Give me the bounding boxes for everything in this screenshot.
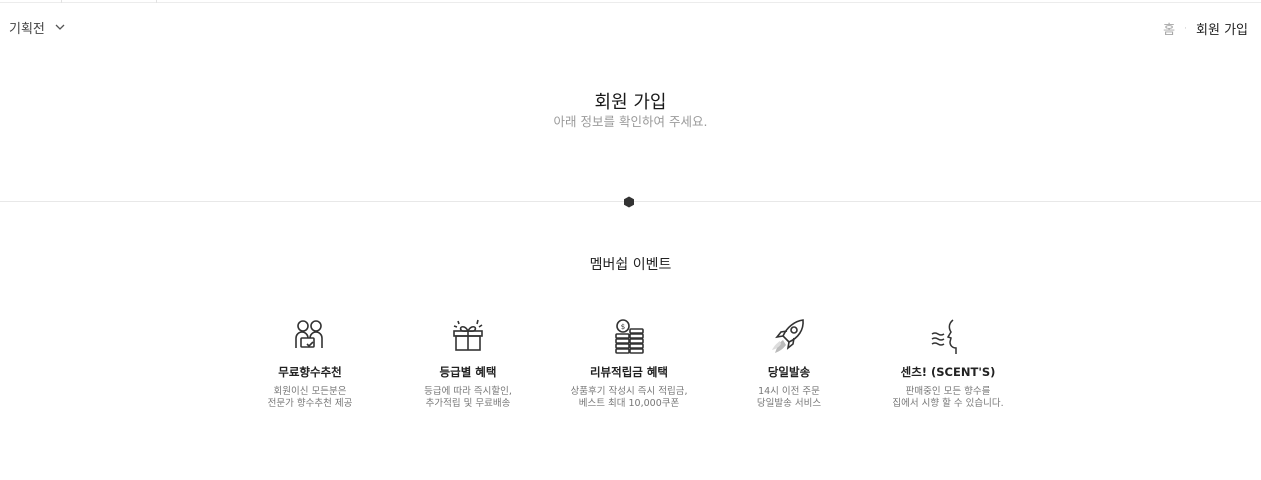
top-tab-separator bbox=[156, 0, 157, 3]
benefit-item: 센츠! (SCENT'S) 판매중인 모든 향수를 집에서 시향 할 수 있습니… bbox=[868, 316, 1028, 410]
benefit-item: 등급별 혜택 등급에 따라 즉시할인, 추가적립 및 무료배송 bbox=[388, 316, 548, 410]
benefit-desc-line: 14시 이전 주문 bbox=[758, 386, 820, 397]
benefit-desc-line: 전문가 향수추천 제공 bbox=[267, 398, 353, 409]
breadcrumb: 홈 · 회원 가입 bbox=[1163, 19, 1248, 38]
page-subtitle: 아래 정보를 확인하여 주세요. bbox=[553, 114, 708, 129]
benefit-desc-line: 당일발송 서비스 bbox=[756, 398, 822, 409]
membership-section-title: 멤버쉽 이벤트 bbox=[589, 257, 672, 273]
benefit-description: 판매중인 모든 향수를 집에서 시향 할 수 있습니다. bbox=[868, 386, 1028, 410]
svg-text:$: $ bbox=[621, 323, 625, 331]
gift-icon bbox=[453, 319, 483, 351]
benefit-description: 등급에 따라 즉시할인, 추가적립 및 무료배송 bbox=[388, 386, 548, 410]
benefit-desc-line: 베스트 최대 10,000쿠폰 bbox=[578, 398, 680, 409]
coins-icon: $ bbox=[615, 319, 644, 354]
top-tab-separator bbox=[61, 0, 62, 3]
benefit-desc-line: 판매중인 모든 향수를 bbox=[905, 386, 991, 397]
benefit-desc-line: 상품후기 작성시 즉시 적립금, bbox=[570, 386, 688, 397]
benefit-item: $ 리뷰적립금 혜택 상품후기 작성시 즉시 적립금, 베스트 최대 10,00… bbox=[549, 316, 709, 410]
breadcrumb-current: 회원 가입 bbox=[1196, 23, 1248, 38]
benefit-description: 회원이신 모든분은 전문가 향수추천 제공 bbox=[230, 386, 390, 410]
category-dropdown[interactable]: 기획전 bbox=[9, 18, 65, 37]
benefit-title: 무료향수추천 bbox=[278, 365, 342, 379]
scent-face-icon bbox=[931, 319, 957, 354]
benefit-description: 14시 이전 주문 당일발송 서비스 bbox=[709, 386, 869, 410]
benefit-title: 당일발송 bbox=[767, 365, 811, 379]
benefit-desc-line: 집에서 시향 할 수 있습니다. bbox=[892, 398, 1004, 409]
people-icon bbox=[295, 320, 323, 348]
benefit-title: 리뷰적립금 혜택 bbox=[589, 365, 669, 379]
rocket-icon bbox=[772, 319, 804, 353]
benefit-item: 당일발송 14시 이전 주문 당일발송 서비스 bbox=[709, 316, 869, 410]
benefit-description: 상품후기 작성시 즉시 적립금, 베스트 최대 10,000쿠폰 bbox=[549, 386, 709, 410]
chevron-down-icon bbox=[55, 24, 65, 31]
category-label: 기획전 bbox=[9, 22, 45, 37]
benefit-item: 무료향수추천 회원이신 모든분은 전문가 향수추천 제공 bbox=[230, 316, 390, 410]
hexagon-marker-icon bbox=[624, 196, 634, 208]
benefit-desc-line: 추가적립 및 무료배송 bbox=[425, 398, 511, 409]
benefit-desc-line: 등급에 따라 즉시할인, bbox=[424, 386, 512, 397]
benefit-title: 센츠! (SCENT'S) bbox=[900, 365, 996, 379]
benefit-title: 등급별 혜택 bbox=[439, 365, 497, 379]
breadcrumb-home-link[interactable]: 홈 bbox=[1163, 19, 1175, 38]
breadcrumb-separator: · bbox=[1184, 23, 1188, 34]
top-border bbox=[0, 2, 1261, 3]
benefit-desc-line: 회원이신 모든분은 bbox=[273, 386, 347, 397]
